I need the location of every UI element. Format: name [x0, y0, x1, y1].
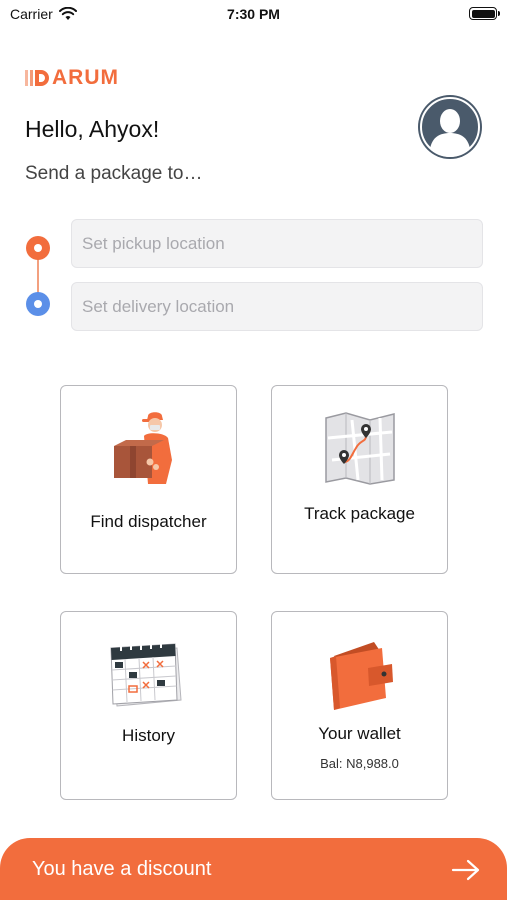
find-dispatcher-card[interactable]: Find dispatcher [60, 385, 237, 574]
wallet-balance: Bal: N8,988.0 [320, 756, 399, 771]
calendar-icon [110, 642, 182, 707]
pickup-dot-icon [26, 236, 50, 260]
pickup-location-input[interactable] [71, 219, 483, 268]
wallet-icon [330, 642, 393, 710]
logo-mark-icon [25, 70, 49, 86]
subtitle-text: Send a package to… [25, 163, 203, 184]
wallet-label: Your wallet [318, 724, 401, 743]
logo-text: ARUM [52, 66, 119, 89]
clock: 7:30 PM [227, 6, 280, 22]
delivery-location-input[interactable] [71, 282, 483, 331]
find-dispatcher-label: Find dispatcher [90, 512, 207, 531]
route-connector [37, 256, 39, 294]
history-label: History [122, 726, 175, 745]
user-icon [420, 97, 480, 157]
track-package-card[interactable]: Track package [271, 385, 448, 574]
app-logo: ARUM [25, 66, 119, 90]
greeting-text: Hello, Ahyox! [25, 116, 160, 142]
delivery-dot-icon [26, 292, 50, 316]
profile-avatar[interactable] [418, 95, 482, 159]
battery-icon [469, 7, 500, 20]
status-bar: Carrier 7:30 PM [0, 0, 507, 30]
dispatcher-icon [114, 412, 172, 484]
track-package-label: Track package [304, 504, 415, 523]
discount-banner-button[interactable]: You have a discount [0, 838, 507, 900]
arrow-right-icon [451, 859, 480, 881]
map-icon [325, 412, 395, 485]
discount-label: You have a discount [32, 858, 212, 880]
history-card[interactable]: History [60, 611, 237, 800]
wallet-card[interactable]: Your wallet Bal: N8,988.0 [271, 611, 448, 800]
